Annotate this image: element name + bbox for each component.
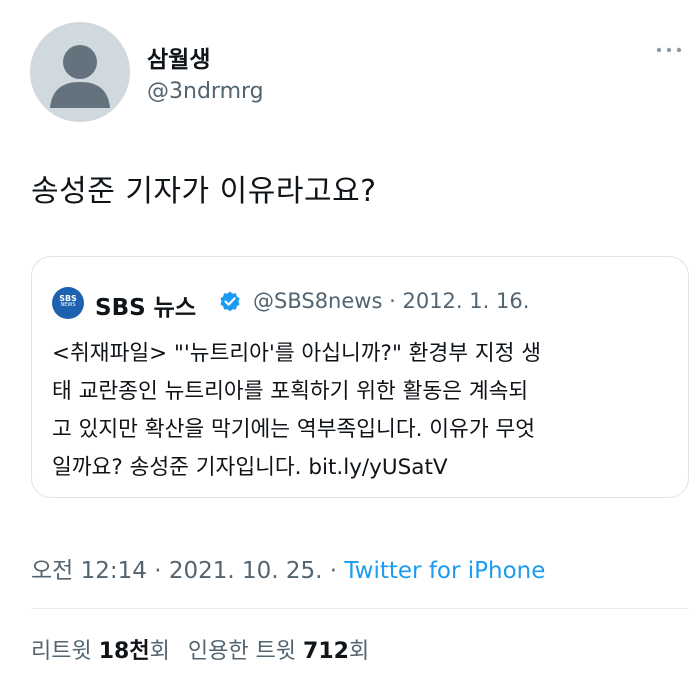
verified-badge-icon	[218, 290, 242, 314]
quoted-text-line: 고 있지만 확산을 막기에는 역부족입니다. 이유가 무엇	[52, 417, 536, 442]
tweet-time[interactable]: 오전 12:14	[31, 558, 147, 584]
engagement-stats: 리트윗 18천회 인용한 트윗 712회	[31, 633, 369, 665]
quotes-label: 인용한 트윗	[187, 639, 297, 664]
author-name[interactable]: 삼월생	[147, 40, 210, 74]
retweets-label: 리트윗	[31, 639, 92, 664]
sbs-logo-sub: NEWS	[60, 302, 76, 309]
quoted-text-line: <취재파일> "'뉴트리아'를 아십니까?" 환경부 지정 생	[52, 341, 542, 366]
divider	[31, 608, 689, 609]
retweets-count: 18천	[98, 639, 150, 664]
quotes-suffix: 회	[348, 639, 370, 664]
sbs-news-logo: SBS NEWS	[52, 287, 84, 319]
tweet-meta: 오전 12:14 · 2021. 10. 25. · Twitter for i…	[31, 551, 545, 585]
avatar[interactable]	[30, 22, 130, 122]
quotes-count: 712	[303, 639, 349, 664]
quoted-text: <취재파일> "'뉴트리아'를 아십니까?" 환경부 지정 생 태 교란종인 뉴…	[52, 335, 680, 487]
meta-separator: ·	[154, 558, 162, 584]
quoted-text-line: 일까요? 송성준 기자입니다. bit.ly/yUSatV	[52, 455, 448, 480]
quotes-stat[interactable]: 인용한 트윗 712회	[188, 639, 369, 664]
quoted-author-name: SBS 뉴스	[95, 295, 196, 321]
retweets-suffix: 회	[149, 639, 170, 664]
quoted-date: 2012. 1. 16.	[402, 289, 530, 313]
author-handle[interactable]: @3ndrmrg	[147, 79, 264, 104]
quoted-separator: ·	[389, 289, 396, 313]
retweets-stat[interactable]: 리트윗 18천회	[31, 639, 170, 664]
quoted-tweet-card[interactable]: SBS NEWS SBS 뉴스 @SBS8news · 2012. 1. 16.…	[31, 256, 689, 498]
tweet-text: 송성준 기자가 이유라고요?	[31, 174, 377, 209]
meta-separator: ·	[329, 558, 338, 584]
tweet-date[interactable]: 2021. 10. 25.	[169, 558, 323, 584]
more-horizontal-icon[interactable]	[652, 42, 686, 58]
tweet-source-link[interactable]: Twitter for iPhone	[344, 558, 545, 584]
quoted-text-line: 태 교란종인 뉴트리아를 포획하기 위한 활동은 계속되	[52, 379, 529, 404]
quoted-meta: @SBS8news · 2012. 1. 16.	[253, 289, 529, 313]
default-profile-icon	[50, 45, 110, 108]
quoted-handle: @SBS8news	[253, 289, 383, 313]
